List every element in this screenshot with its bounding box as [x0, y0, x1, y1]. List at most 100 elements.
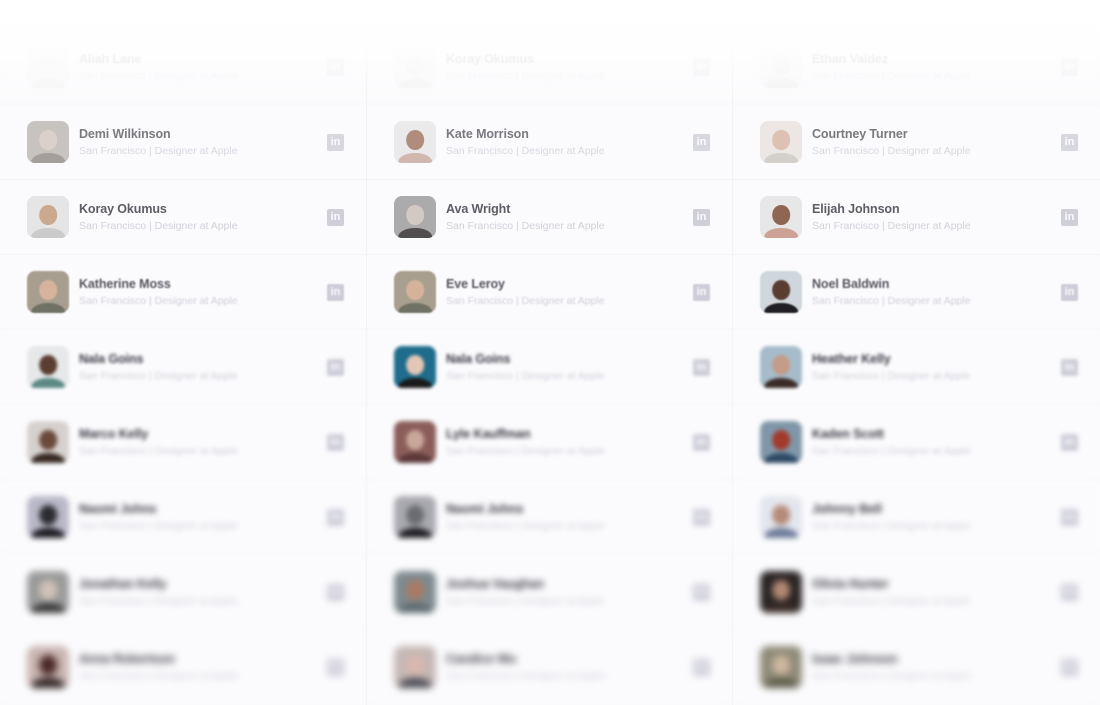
linkedin-icon[interactable]: in [1061, 358, 1078, 376]
linkedin-icon[interactable]: in [693, 508, 710, 526]
avatar [760, 571, 802, 613]
person-info: Ava Wright San Francisco | Designer at A… [446, 201, 693, 233]
linkedin-icon[interactable]: in [1061, 58, 1078, 76]
person-card[interactable]: Marco Kelly San Francisco | Designer at … [0, 405, 366, 480]
avatar-head [39, 55, 57, 76]
avatar-body [31, 677, 65, 688]
linkedin-icon[interactable]: in [327, 508, 344, 526]
linkedin-icon[interactable]: in [1061, 433, 1078, 451]
linkedin-icon[interactable]: in [327, 658, 344, 676]
person-subtitle: San Francisco | Designer at Apple [812, 145, 971, 157]
avatar-body [398, 77, 432, 88]
avatar-body [764, 77, 798, 88]
avatar [760, 271, 802, 313]
avatar-body [398, 152, 432, 163]
linkedin-icon[interactable]: in [1061, 583, 1078, 601]
linkedin-icon[interactable]: in [693, 208, 710, 226]
person-card[interactable]: Courtney Turner San Francisco | Designer… [733, 105, 1100, 180]
linkedin-icon[interactable]: in [693, 658, 710, 676]
linkedin-icon[interactable]: in [1061, 133, 1078, 151]
person-card[interactable]: Joshua Vaughan San Francisco | Designer … [367, 555, 732, 630]
person-card[interactable]: Jonathan Kelly San Francisco | Designer … [0, 555, 366, 630]
person-card[interactable]: Naomi Johns San Francisco | Designer at … [0, 480, 366, 555]
person-card[interactable]: Aliah Lane San Francisco | Designer at A… [0, 30, 366, 105]
avatar [394, 121, 436, 163]
person-card[interactable]: Koray Okumus San Francisco | Designer at… [367, 30, 732, 105]
linkedin-icon[interactable]: in [693, 133, 710, 151]
linkedin-icon[interactable]: in [1061, 508, 1078, 526]
linkedin-icon[interactable]: in [327, 583, 344, 601]
linkedin-icon[interactable]: in [327, 358, 344, 376]
person-card[interactable]: Kaden Scott San Francisco | Designer at … [733, 405, 1100, 480]
person-info: Nala Goins San Francisco | Designer at A… [446, 351, 693, 383]
avatar-head [772, 655, 790, 676]
person-subtitle: San Francisco | Designer at Apple [79, 145, 238, 157]
person-card[interactable]: Lyle Kauffman San Francisco | Designer a… [367, 405, 732, 480]
avatar-head [39, 430, 57, 451]
person-card[interactable]: Olivia Hunter San Francisco | Designer a… [733, 555, 1100, 630]
person-card[interactable]: Nala Goins San Francisco | Designer at A… [0, 330, 366, 405]
person-card[interactable]: Kate Morrison San Francisco | Designer a… [367, 105, 732, 180]
person-card[interactable]: Ava Wright San Francisco | Designer at A… [367, 180, 732, 255]
linkedin-icon[interactable]: in [693, 283, 710, 301]
person-card[interactable]: Candice Wu San Francisco | Designer at A… [367, 630, 732, 705]
person-info: Joshua Vaughan San Francisco | Designer … [446, 576, 693, 608]
person-card[interactable]: Anna Robertson San Francisco | Designer … [0, 630, 366, 705]
person-subtitle: San Francisco | Designer at Apple [812, 670, 971, 682]
avatar [394, 496, 436, 538]
linkedin-icon[interactable]: in [327, 208, 344, 226]
person-card[interactable]: Johnny Bell San Francisco | Designer at … [733, 480, 1100, 555]
person-subtitle: San Francisco | Designer at Apple [79, 220, 238, 232]
avatar-body [764, 377, 798, 388]
person-subtitle: San Francisco | Designer at Apple [79, 370, 238, 382]
person-name: Koray Okumus [79, 202, 167, 216]
person-name: Koray Okumus [446, 52, 534, 66]
person-card[interactable]: Eve Leroy San Francisco | Designer at Ap… [367, 255, 732, 330]
person-card[interactable]: Nala Goins San Francisco | Designer at A… [367, 330, 732, 405]
person-name: Nala Goins [446, 352, 511, 366]
avatar [394, 571, 436, 613]
person-info: Koray Okumus San Francisco | Designer at… [446, 51, 693, 83]
person-subtitle: San Francisco | Designer at Apple [446, 295, 605, 307]
avatar [760, 46, 802, 88]
person-card[interactable]: Koray Okumus San Francisco | Designer at… [0, 180, 366, 255]
linkedin-icon[interactable]: in [1061, 208, 1078, 226]
avatar-head [772, 355, 790, 376]
person-subtitle: San Francisco | Designer at Apple [812, 295, 971, 307]
person-card[interactable]: Noel Baldwin San Francisco | Designer at… [733, 255, 1100, 330]
avatar-head [39, 580, 57, 601]
linkedin-icon[interactable]: in [327, 133, 344, 151]
person-name: Eve Leroy [446, 277, 505, 291]
person-name: Aliah Lane [79, 52, 142, 66]
linkedin-icon[interactable]: in [1061, 283, 1078, 301]
avatar [760, 646, 802, 688]
person-card[interactable]: Isaac Johnson San Francisco | Designer a… [733, 630, 1100, 705]
person-card[interactable]: Demi Wilkinson San Francisco | Designer … [0, 105, 366, 180]
person-name: Marco Kelly [79, 427, 149, 441]
linkedin-icon[interactable]: in [693, 358, 710, 376]
person-card[interactable]: Katherine Moss San Francisco | Designer … [0, 255, 366, 330]
avatar-body [764, 302, 798, 313]
avatar-body [31, 77, 65, 88]
people-column: Ethan Valdez San Francisco | Designer at… [732, 30, 1100, 705]
linkedin-icon[interactable]: in [693, 433, 710, 451]
linkedin-icon[interactable]: in [327, 58, 344, 76]
person-info: Marco Kelly San Francisco | Designer at … [79, 426, 327, 458]
person-card[interactable]: Elijah Johnson San Francisco | Designer … [733, 180, 1100, 255]
person-card[interactable]: Naomi Johns San Francisco | Designer at … [367, 480, 732, 555]
person-name: Lyle Kauffman [446, 427, 531, 441]
person-info: Katherine Moss San Francisco | Designer … [79, 276, 327, 308]
avatar-head [772, 280, 790, 301]
person-subtitle: San Francisco | Designer at Apple [79, 670, 238, 682]
person-subtitle: San Francisco | Designer at Apple [812, 520, 971, 532]
avatar-head [406, 655, 424, 676]
person-card[interactable]: Ethan Valdez San Francisco | Designer at… [733, 30, 1100, 105]
linkedin-icon[interactable]: in [327, 283, 344, 301]
linkedin-icon[interactable]: in [327, 433, 344, 451]
linkedin-icon[interactable]: in [693, 58, 710, 76]
person-subtitle: San Francisco | Designer at Apple [812, 370, 971, 382]
avatar-head [39, 205, 57, 226]
linkedin-icon[interactable]: in [1061, 658, 1078, 676]
linkedin-icon[interactable]: in [693, 583, 710, 601]
person-card[interactable]: Heather Kelly San Francisco | Designer a… [733, 330, 1100, 405]
